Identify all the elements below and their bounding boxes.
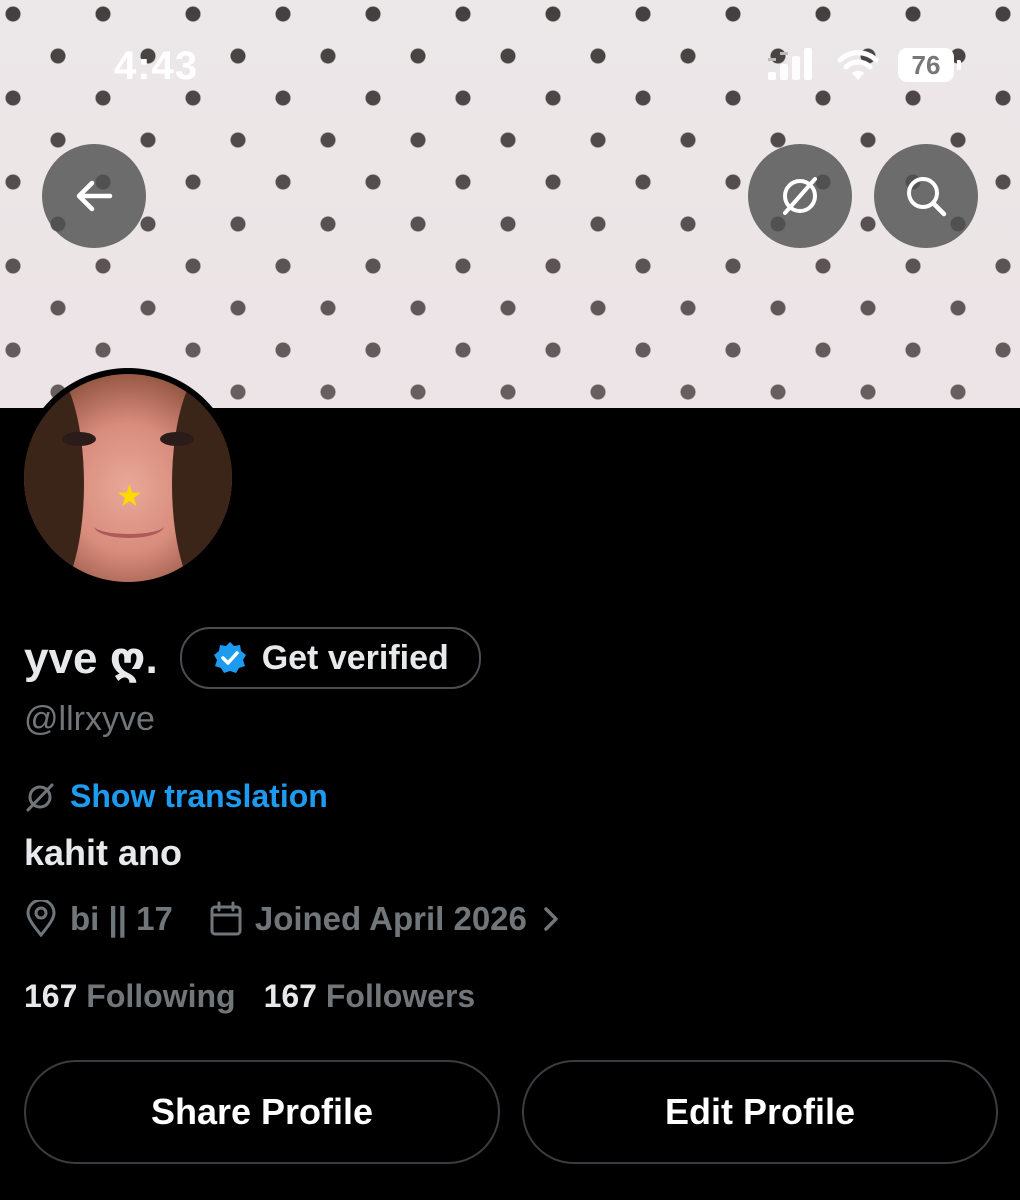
name-row: yve ღ. Get verified [24, 627, 481, 689]
translation-row[interactable]: Show translation [24, 778, 328, 815]
translate-button[interactable] [748, 144, 852, 248]
location-pin-icon [26, 900, 56, 938]
chevron-right-icon [544, 907, 558, 931]
battery-level: 76 [911, 49, 941, 80]
get-verified-label: Get verified [261, 638, 449, 677]
profile-avatar[interactable]: ★ [18, 368, 238, 588]
followers-label: Followers [325, 978, 476, 1014]
joined-text: Joined April 2026 [254, 900, 527, 937]
display-name: yve ღ. [24, 633, 158, 683]
status-time: 4:43 [114, 44, 199, 88]
status-icons: 76 [766, 48, 961, 82]
following-label: Following [86, 978, 236, 1014]
back-button[interactable] [42, 144, 146, 248]
location-text: bi || 17 [70, 900, 173, 937]
share-profile-label: Share Profile [150, 1091, 374, 1132]
translate-icon [26, 783, 54, 811]
cellular-signal-icon [768, 48, 812, 80]
translate-globe-icon [783, 177, 817, 215]
joined-item[interactable]: Joined April 2026 [209, 900, 563, 938]
calendar-icon [210, 901, 242, 936]
verified-badge-icon [213, 642, 246, 673]
followers-link[interactable]: 167 Followers [264, 978, 476, 1015]
following-link[interactable]: 167 Following [24, 978, 236, 1015]
following-count: 167 [24, 978, 78, 1014]
edit-profile-button[interactable]: Edit Profile [522, 1060, 998, 1164]
followers-count: 167 [263, 978, 317, 1014]
arrow-left-icon [76, 180, 113, 212]
profile-meta: bi || 17 Joined April 2026 [24, 900, 563, 938]
get-verified-button[interactable]: Get verified [179, 627, 481, 689]
wifi-icon [837, 50, 879, 80]
follow-stats: 167 Following 167 Followers [24, 978, 475, 1015]
show-translation-link[interactable]: Show translation [70, 778, 328, 815]
share-profile-button[interactable]: Share Profile [24, 1060, 500, 1164]
battery-icon: 76 [898, 48, 961, 82]
profile-handle: @llrxyve [24, 700, 155, 738]
avatar-photo: ★ [24, 374, 232, 582]
location-item: bi || 17 [24, 900, 173, 938]
search-button[interactable] [874, 144, 978, 248]
edit-profile-label: Edit Profile [664, 1091, 856, 1132]
profile-bio: kahit ano [24, 832, 183, 873]
search-icon [907, 177, 947, 217]
star-sticker-icon: ★ [116, 480, 143, 513]
